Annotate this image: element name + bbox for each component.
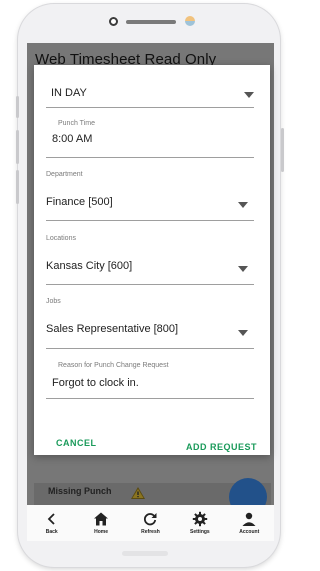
phone-side-button xyxy=(16,96,19,118)
reason-field[interactable]: Reason for Punch Change Request Forgot t… xyxy=(52,362,254,389)
punch-type-chevron-down-icon xyxy=(244,92,254,98)
nav-home[interactable]: Home xyxy=(77,511,125,535)
location-select[interactable]: Locations Kansas City [600] xyxy=(46,235,254,272)
nav-refresh[interactable]: Refresh xyxy=(126,511,174,535)
nav-settings[interactable]: Settings xyxy=(176,511,224,535)
reason-value: Forgot to clock in. xyxy=(52,377,139,389)
punch-time-label: Punch Time xyxy=(58,120,95,127)
job-label: Jobs xyxy=(46,298,61,305)
proximity-sensor xyxy=(185,16,195,26)
reason-underline xyxy=(46,398,254,399)
punch-time-underline xyxy=(46,157,254,158)
nav-settings-label: Settings xyxy=(189,529,210,535)
nav-back[interactable]: Back xyxy=(28,511,76,535)
reason-label: Reason for Punch Change Request xyxy=(58,362,169,369)
job-underline xyxy=(46,348,254,349)
location-value: Kansas City [600] xyxy=(46,260,133,272)
punch-type-select[interactable]: IN DAY xyxy=(51,87,253,99)
phone-power-button xyxy=(281,128,284,172)
department-label: Department xyxy=(46,171,83,178)
nav-account-label: Account xyxy=(239,529,260,535)
front-camera xyxy=(109,17,118,26)
missing-punch-label: Missing Punch xyxy=(48,486,112,496)
punch-type-value: IN DAY xyxy=(51,87,87,99)
cancel-button[interactable]: CANCEL xyxy=(56,438,97,448)
location-label: Locations xyxy=(46,235,76,242)
refresh-icon xyxy=(144,513,157,526)
nav-back-label: Back xyxy=(45,529,58,535)
account-icon xyxy=(242,512,256,526)
punch-request-dialog: IN DAY Punch Time 8:00 AM Department Fin… xyxy=(34,65,270,455)
punch-time-value: 8:00 AM xyxy=(52,133,93,145)
nav-home-label: Home xyxy=(94,529,109,535)
add-request-button[interactable]: ADD REQUEST xyxy=(186,442,257,452)
warning-icon xyxy=(131,486,145,504)
job-value: Sales Representative [800] xyxy=(46,323,179,335)
bottom-nav: Back Home Refresh Settings Account xyxy=(27,505,274,541)
phone-volume-up xyxy=(16,130,19,164)
location-underline xyxy=(46,284,254,285)
punch-type-underline xyxy=(46,107,254,108)
job-select[interactable]: Jobs Sales Representative [800] xyxy=(46,298,254,335)
department-underline xyxy=(46,220,254,221)
department-value: Finance [500] xyxy=(46,196,113,208)
nav-refresh-label: Refresh xyxy=(141,529,160,535)
location-chevron-down-icon xyxy=(238,266,248,272)
earpiece-speaker xyxy=(126,20,176,24)
home-icon xyxy=(94,512,109,526)
job-chevron-down-icon xyxy=(238,330,248,336)
settings-icon xyxy=(192,511,208,527)
nav-account[interactable]: Account xyxy=(225,511,273,535)
back-icon xyxy=(47,513,55,525)
home-indicator xyxy=(122,551,168,556)
phone-volume-down xyxy=(16,170,19,204)
punch-time-field[interactable]: Punch Time 8:00 AM xyxy=(52,120,254,145)
department-chevron-down-icon xyxy=(238,202,248,208)
department-select[interactable]: Department Finance [500] xyxy=(46,171,254,208)
